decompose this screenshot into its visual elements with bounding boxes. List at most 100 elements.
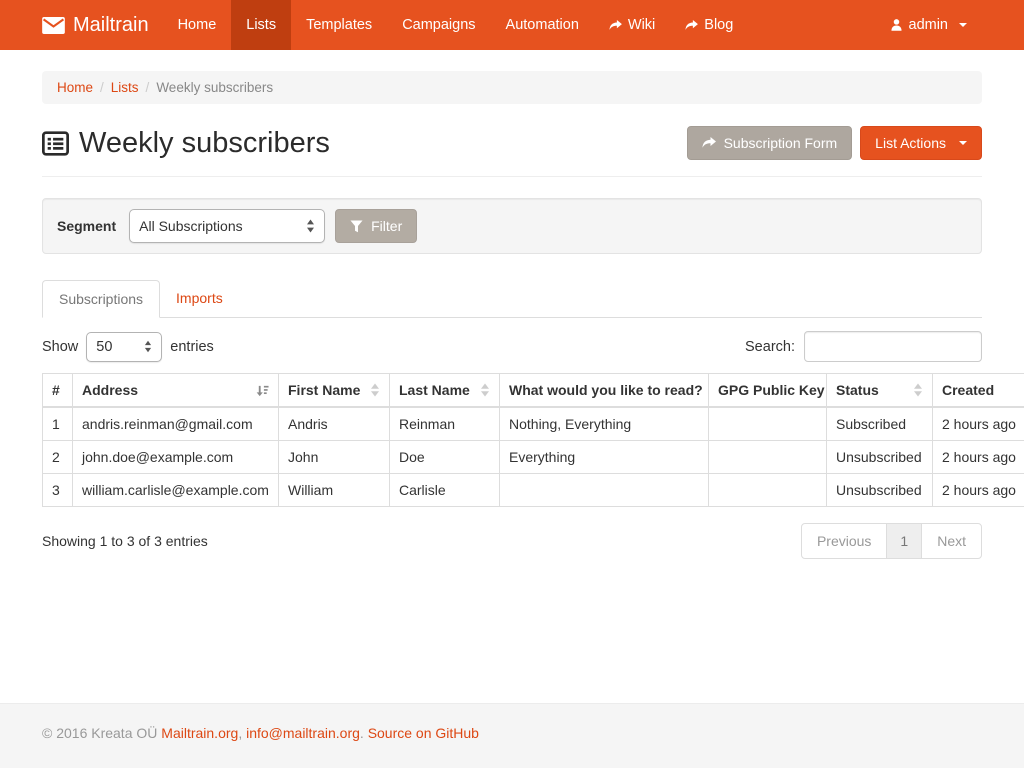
cell-status: Unsubscribed <box>827 441 933 474</box>
select-arrows-icon <box>144 340 152 353</box>
segment-select[interactable]: All Subscriptions <box>129 209 325 243</box>
segment-label: Segment <box>57 218 116 234</box>
nav-item-home[interactable]: Home <box>163 0 232 50</box>
user-menu[interactable]: admin <box>875 17 983 33</box>
filter-button[interactable]: Filter <box>335 209 417 243</box>
filter-funnel-icon <box>350 220 363 233</box>
top-navbar: Mailtrain Home Lists Templates Campaigns… <box>0 0 1024 50</box>
pagination-previous[interactable]: Previous <box>801 523 887 559</box>
footer-separator: , <box>238 725 246 741</box>
subscription-form-label: Subscription Form <box>724 135 838 151</box>
select-arrows-icon <box>306 219 315 233</box>
caret-down-icon <box>959 141 967 145</box>
source-github-link[interactable]: Source on GitHub <box>368 725 479 741</box>
share-arrow-icon <box>609 20 622 31</box>
caret-down-icon <box>959 23 967 27</box>
page-size-select[interactable]: 50 <box>86 332 162 362</box>
col-header-status[interactable]: Status <box>827 374 933 408</box>
subscription-form-button[interactable]: Subscription Form <box>687 126 853 160</box>
sort-asc-icon <box>256 384 269 397</box>
list-actions-label: List Actions <box>875 135 946 151</box>
mailtrain-org-link[interactable]: Mailtrain.org <box>161 725 238 741</box>
sort-both-icon <box>370 383 380 397</box>
cell-read: Nothing, Everything <box>500 407 709 441</box>
tab-subscriptions[interactable]: Subscriptions <box>42 280 160 318</box>
table-row[interactable]: 3 william.carlisle@example.com William C… <box>43 474 1024 507</box>
col-header-address[interactable]: Address <box>73 374 279 408</box>
col-header-first-name[interactable]: First Name <box>279 374 390 408</box>
breadcrumb: Home/Lists/Weekly subscribers <box>42 71 982 104</box>
nav-label: Lists <box>246 17 276 33</box>
nav-label: Templates <box>306 17 372 33</box>
cell-last-name: Doe <box>390 441 500 474</box>
cell-first-name: John <box>279 441 390 474</box>
share-arrow-icon <box>702 137 716 149</box>
breadcrumb-lists[interactable]: Lists <box>111 80 139 95</box>
pagination: Previous 1 Next <box>801 523 982 559</box>
breadcrumb-separator: / <box>100 80 104 95</box>
cell-index: 3 <box>43 474 73 507</box>
nav-label: Home <box>178 17 217 33</box>
cell-index: 2 <box>43 441 73 474</box>
segment-panel: Segment All Subscriptions Filter <box>42 198 982 254</box>
email-link[interactable]: info@mailtrain.org <box>246 725 360 741</box>
pagination-next[interactable]: Next <box>921 523 982 559</box>
nav-item-automation[interactable]: Automation <box>491 0 594 50</box>
table-header-row: # Address First Name Last Name What woul… <box>43 374 1024 408</box>
show-label: Show <box>42 339 78 355</box>
segment-selected-value: All Subscriptions <box>139 218 306 234</box>
nav-label: Automation <box>506 17 579 33</box>
brand-label: Mailtrain <box>73 14 149 37</box>
user-icon <box>890 18 903 32</box>
nav-label: Blog <box>704 17 733 33</box>
cell-created: 2 hours ago <box>933 474 1024 507</box>
table-row[interactable]: 1 andris.reinman@gmail.com Andris Reinma… <box>43 407 1024 441</box>
cell-index: 1 <box>43 407 73 441</box>
cell-address: william.carlisle@example.com <box>73 474 279 507</box>
cell-status: Subscribed <box>827 407 933 441</box>
search-label: Search: <box>745 339 795 355</box>
cell-created: 2 hours ago <box>933 441 1024 474</box>
list-actions-button[interactable]: List Actions <box>860 126 982 160</box>
entries-label: entries <box>170 339 214 355</box>
footer-separator: . <box>360 725 368 741</box>
cell-gpg <box>709 474 827 507</box>
nav-item-lists[interactable]: Lists <box>231 0 291 50</box>
table-row[interactable]: 2 john.doe@example.com John Doe Everythi… <box>43 441 1024 474</box>
page-title: Weekly subscribers <box>42 127 330 160</box>
breadcrumb-current: Weekly subscribers <box>156 80 273 95</box>
nav-item-campaigns[interactable]: Campaigns <box>387 0 490 50</box>
brand-link[interactable]: Mailtrain <box>42 0 163 50</box>
col-header-index: # <box>43 374 73 408</box>
tab-imports[interactable]: Imports <box>160 280 239 318</box>
cell-last-name: Carlisle <box>390 474 500 507</box>
envelope-icon <box>42 17 65 34</box>
cell-read <box>500 474 709 507</box>
nav-label: Campaigns <box>402 17 475 33</box>
list-alt-icon <box>42 131 69 156</box>
cell-status: Unsubscribed <box>827 474 933 507</box>
pagination-page-1[interactable]: 1 <box>886 523 922 559</box>
cell-last-name: Reinman <box>390 407 500 441</box>
page-size-value: 50 <box>96 339 144 355</box>
site-footer: © 2016 Kreata OÜ Mailtrain.org, info@mai… <box>0 703 1024 768</box>
nav-item-wiki[interactable]: Wiki <box>594 0 670 50</box>
search-input[interactable] <box>804 331 982 362</box>
header-divider <box>42 176 982 177</box>
filter-label: Filter <box>371 218 402 234</box>
col-header-last-name[interactable]: Last Name <box>390 374 500 408</box>
copyright-text: © 2016 Kreata OÜ <box>42 725 157 741</box>
col-header-read: What would you like to read? <box>500 374 709 408</box>
cell-gpg <box>709 407 827 441</box>
cell-first-name: William <box>279 474 390 507</box>
cell-address: john.doe@example.com <box>73 441 279 474</box>
nav-item-templates[interactable]: Templates <box>291 0 387 50</box>
sort-both-icon <box>913 383 923 397</box>
cell-created: 2 hours ago <box>933 407 1024 441</box>
breadcrumb-home[interactable]: Home <box>57 80 93 95</box>
user-label: admin <box>909 17 949 33</box>
nav-item-blog[interactable]: Blog <box>670 0 748 50</box>
page-title-text: Weekly subscribers <box>79 127 330 160</box>
table-info: Showing 1 to 3 of 3 entries <box>42 533 208 549</box>
col-header-created[interactable]: Created <box>933 374 1024 408</box>
